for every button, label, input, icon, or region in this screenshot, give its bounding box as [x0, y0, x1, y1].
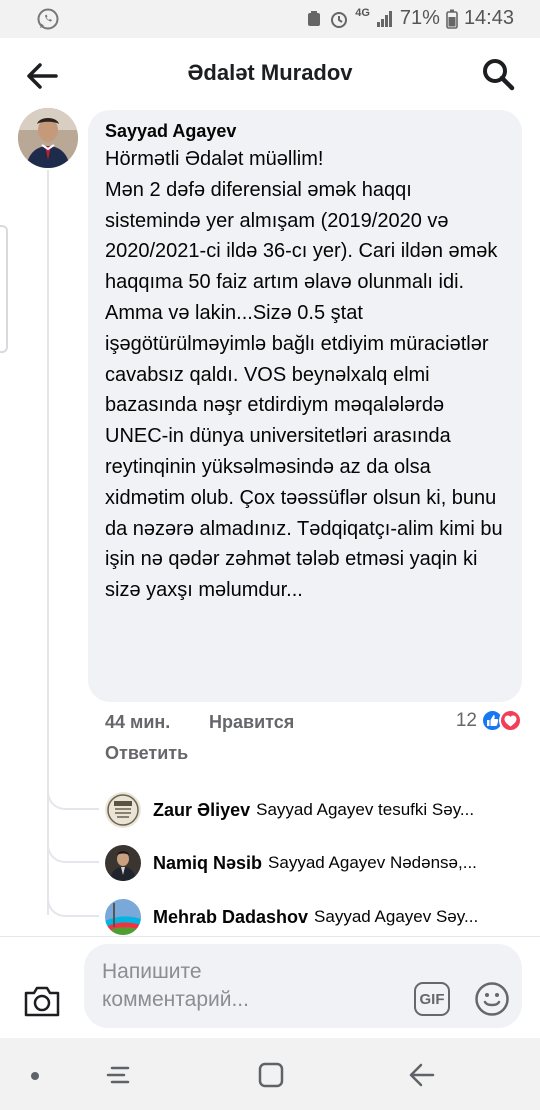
gif-button[interactable]: GIF [414, 982, 450, 1016]
comment-input[interactable]: Напишите комментарий... [84, 944, 522, 1028]
avatar[interactable] [105, 845, 141, 881]
comment-text: Hörmətli Ədalət müəllim! Mən 2 dəfə dife… [105, 148, 503, 602]
comment-author[interactable]: Sayyad Agayev [105, 120, 508, 142]
home-icon[interactable] [257, 1062, 285, 1088]
reply-author[interactable]: Namiq Nəsib [153, 853, 262, 874]
like-button[interactable]: Нравится [209, 712, 294, 733]
reactions-summary[interactable]: 12 [456, 709, 522, 732]
back-icon[interactable] [407, 1062, 435, 1088]
comment-bubble[interactable]: Sayyad Agayev Hörmətli Ədalət müəllim! M… [88, 110, 522, 702]
reply-connector [47, 839, 99, 863]
reply-snippet: Sayyad Agayev Səy... [314, 907, 479, 926]
reply-snippet: Sayyad Agayev Nədənsə,... [268, 853, 477, 872]
status-bar: 4G 71% 14:43 [0, 0, 540, 38]
thread-line [47, 170, 49, 915]
reply-author[interactable]: Mehrab Dadashov [153, 907, 308, 928]
avatar[interactable] [18, 108, 78, 168]
header: Ədalət Muradov [0, 38, 540, 114]
reply-author[interactable]: Zaur Əliyev [153, 800, 250, 821]
reply-connector [47, 893, 99, 917]
comment-input-placeholder: Напишите комментарий... [102, 960, 249, 1011]
list-item[interactable]: Namiq Nəsib Sayyad Agayev Nədənsə,... [105, 845, 477, 881]
search-icon[interactable] [480, 56, 516, 92]
camera-icon[interactable] [22, 983, 62, 1019]
edge-panel-handle[interactable] [0, 225, 8, 353]
signal-icon [376, 10, 392, 27]
status-indicators: 4G 71% 14:43 [305, 7, 514, 30]
recent-apps-icon[interactable] [106, 1062, 134, 1088]
comment-time: 44 мин. [105, 712, 171, 732]
clock: 14:43 [463, 7, 514, 29]
alarm-icon [331, 11, 348, 28]
reply-snippet: Sayyad Agayev tesufki Səy... [256, 800, 475, 819]
battery-saver-icon [308, 10, 321, 26]
system-nav-bar [0, 1038, 540, 1110]
page-title: Ədalət Muradov [187, 60, 353, 85]
reaction-count: 12 [455, 709, 477, 731]
whatsapp-icon [37, 8, 59, 30]
nav-dot-icon[interactable] [30, 1071, 40, 1081]
sticker-emoji-icon[interactable] [474, 981, 510, 1017]
battery-percent: 71% [399, 7, 440, 29]
avatar[interactable] [105, 899, 141, 935]
reply-connector [47, 786, 99, 810]
avatar[interactable] [105, 792, 141, 828]
love-reaction-icon [499, 709, 522, 732]
reply-button[interactable]: Ответить [105, 743, 188, 764]
list-item[interactable]: Zaur Əliyev Sayyad Agayev tesufki Səy... [105, 792, 474, 828]
battery-icon [446, 9, 458, 29]
list-item[interactable]: Mehrab Dadashov Sayyad Agayev Səy... [105, 899, 478, 935]
network-type: 4G [355, 6, 370, 19]
